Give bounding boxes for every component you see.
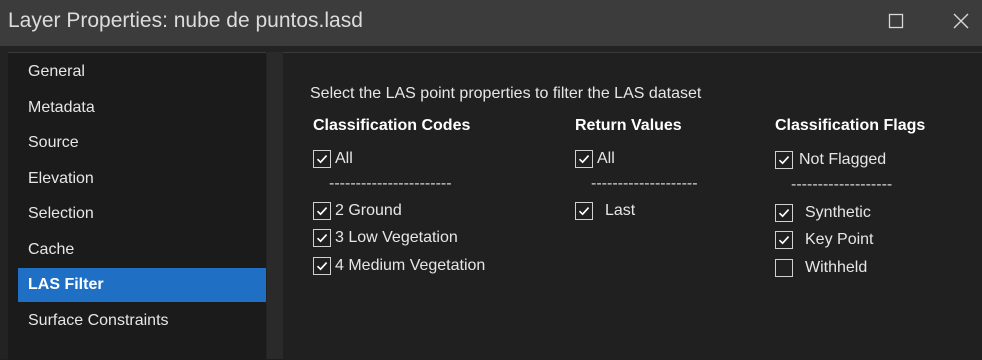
sidebar-item-elevation[interactable]: Elevation	[18, 162, 266, 196]
classification-codes-all-checkbox[interactable]: All	[313, 147, 353, 171]
checkbox-label: Last	[605, 202, 636, 219]
checkbox-label: 4 Medium Vegetation	[335, 257, 486, 274]
checkbox-label: Not Flagged	[799, 151, 887, 168]
sidebar-item-general[interactable]: General	[18, 55, 266, 89]
checkbox-checked[interactable]	[313, 150, 331, 168]
sidebar-item-cache[interactable]: Cache	[18, 233, 266, 267]
checkbox-checked[interactable]	[775, 151, 793, 169]
sidebar-item-las-filter[interactable]: LAS Filter	[18, 268, 266, 302]
not-flagged-checkbox[interactable]: Not Flagged	[775, 148, 886, 172]
return-values-heading: Return Values	[575, 117, 682, 134]
checkbox-checked[interactable]	[313, 229, 331, 247]
return-values-all-checkbox[interactable]: All	[575, 147, 615, 171]
las-filter-panel: Select the LAS point properties to filte…	[283, 52, 982, 360]
filter-instructions: Select the LAS point properties to filte…	[310, 85, 702, 102]
checkbox-label: All	[597, 150, 615, 167]
checkbox-checked[interactable]	[775, 231, 793, 249]
checkbox-checked[interactable]	[775, 204, 793, 222]
return-values-separator: --------------------	[591, 175, 698, 192]
maximize-button[interactable]	[878, 6, 914, 40]
close-button[interactable]	[943, 6, 979, 40]
flag-withheld-checkbox[interactable]: Withheld	[775, 256, 867, 280]
return-value-last-checkbox[interactable]: Last	[575, 199, 635, 223]
checkbox-label: 3 Low Vegetation	[335, 229, 458, 246]
window-title: Layer Properties: nube de puntos.lasd	[8, 9, 363, 32]
sidebar-item-selection[interactable]: Selection	[18, 197, 266, 231]
checkbox-checked[interactable]	[575, 202, 593, 220]
classification-flags-separator: -------------------	[791, 176, 893, 193]
sidebar-item-source[interactable]: Source	[18, 126, 266, 160]
classification-code-3-low-vegetation-checkbox[interactable]: 3 Low Vegetation	[313, 226, 458, 250]
maximize-icon	[888, 13, 904, 34]
classification-code-2-ground-checkbox[interactable]: 2 Ground	[313, 199, 402, 223]
classification-codes-heading: Classification Codes	[313, 117, 471, 134]
close-icon	[952, 12, 970, 35]
classification-flags-heading: Classification Flags	[775, 117, 926, 134]
properties-sidebar: General Metadata Source Elevation Select…	[8, 52, 266, 360]
checkbox-label: All	[335, 150, 353, 167]
flag-key-point-checkbox[interactable]: Key Point	[775, 228, 873, 252]
layer-properties-dialog: Layer Properties: nube de puntos.lasd Ge…	[0, 0, 982, 360]
classification-code-4-medium-vegetation-checkbox[interactable]: 4 Medium Vegetation	[313, 254, 485, 278]
sidebar-item-metadata[interactable]: Metadata	[18, 91, 266, 125]
panel-divider	[267, 52, 283, 359]
title-bar[interactable]: Layer Properties: nube de puntos.lasd	[0, 0, 982, 46]
checkbox-checked[interactable]	[313, 202, 331, 220]
checkbox-label: Key Point	[805, 231, 874, 248]
flag-synthetic-checkbox[interactable]: Synthetic	[775, 201, 871, 225]
checkbox-label: 2 Ground	[335, 202, 402, 219]
checkbox-checked[interactable]	[575, 150, 593, 168]
checkbox-checked[interactable]	[313, 257, 331, 275]
checkbox-label: Withheld	[805, 259, 868, 276]
classification-codes-separator: -----------------------	[329, 175, 452, 192]
checkbox-unchecked[interactable]	[775, 259, 793, 277]
checkbox-label: Synthetic	[805, 204, 871, 221]
sidebar-item-surface-constraints[interactable]: Surface Constraints	[18, 304, 266, 338]
